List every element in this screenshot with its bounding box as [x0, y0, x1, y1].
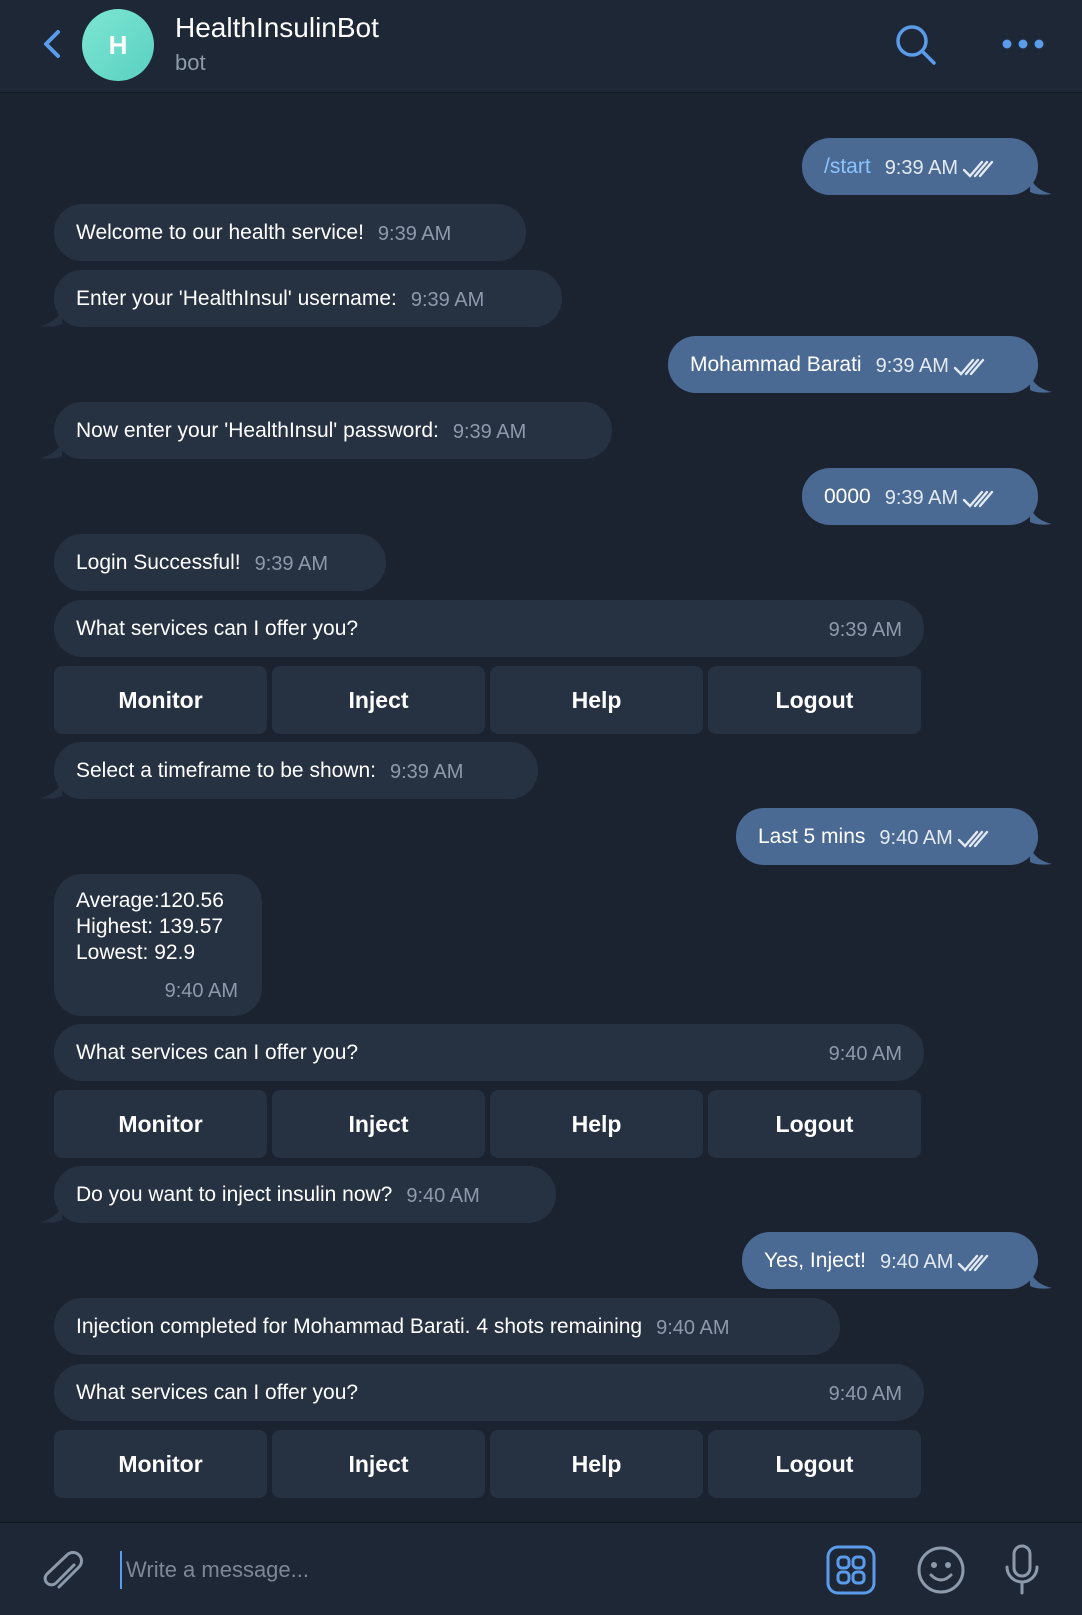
keyboard-button-help[interactable]: Help [490, 666, 703, 734]
keyboard-button-monitor[interactable]: Monitor [54, 1090, 267, 1158]
message-outgoing[interactable]: Mohammad Barati 9:39 AM [668, 336, 1038, 393]
message-time: 9:39 AM [254, 553, 328, 575]
message-incoming[interactable]: Enter your 'HealthInsul' username: 9:39 … [54, 270, 562, 327]
double-check-icon [962, 490, 994, 508]
keyboard-button-monitor[interactable]: Monitor [54, 666, 267, 734]
message-incoming[interactable]: Select a timeframe to be shown: 9:39 AM [54, 742, 538, 799]
message-text[interactable]: Mohammad Barati [690, 353, 862, 377]
double-check-icon [962, 160, 994, 178]
bubble-tail [40, 1204, 62, 1223]
keyboard-button-help[interactable]: Help [490, 1090, 703, 1158]
double-check-icon [957, 830, 988, 848]
message-time: 9:39 AM [884, 157, 959, 179]
attach-button[interactable] [40, 1547, 86, 1598]
message-time: 9:40 AM [406, 1185, 480, 1207]
message-time: 9:39 AM [884, 487, 959, 509]
bubble-tail [40, 440, 62, 459]
message-time: 9:39 AM [410, 289, 485, 311]
bubble-tail [1030, 374, 1052, 393]
message-incoming[interactable]: Welcome to our health service! 9:39 AM [54, 204, 526, 261]
keyboard-button-inject[interactable]: Inject [272, 666, 485, 734]
message-time: 9:40 AM [879, 827, 953, 849]
avatar-letter: H [108, 29, 128, 60]
message-text[interactable]: 0000 [824, 485, 871, 509]
message-time: 9:39 AM [389, 761, 464, 783]
bubble-tail [1030, 846, 1052, 865]
message-time: 9:40 AM [879, 1251, 954, 1273]
message-text[interactable]: Injection completed for Mohammad Barati.… [76, 1315, 642, 1339]
message-text[interactable]: /start [824, 155, 871, 179]
message-text[interactable]: What services can I offer you? [76, 617, 358, 641]
message-outgoing[interactable]: 0000 9:39 AM [802, 468, 1038, 525]
back-button[interactable] [36, 22, 72, 66]
message-input[interactable] [120, 1551, 778, 1589]
message-time: 9:40 AM [828, 1043, 902, 1065]
chat-title[interactable]: HealthInsulinBot [175, 12, 379, 44]
message-incoming[interactable]: What services can I offer you? 9:40 AM [54, 1024, 924, 1081]
microphone-icon [1005, 1544, 1039, 1595]
message-text[interactable]: Yes, Inject! [764, 1249, 866, 1273]
message-time: 9:39 AM [377, 223, 452, 245]
keyboard-button-help[interactable]: Help [490, 1430, 703, 1498]
message-incoming[interactable]: Injection completed for Mohammad Barati.… [54, 1298, 840, 1355]
bubble-tail [1030, 1270, 1052, 1289]
chat-header: H HealthInsulinBot bot [0, 0, 1082, 93]
search-button[interactable] [893, 22, 939, 73]
keyboard-button-logout[interactable]: Logout [708, 1090, 921, 1158]
message-text[interactable]: What services can I offer you? [76, 1041, 358, 1065]
message-outgoing[interactable]: Last 5 mins 9:40 AM [736, 808, 1038, 865]
message-time: 9:39 AM [828, 619, 902, 641]
message-composer [0, 1522, 1082, 1615]
message-incoming[interactable]: Average:120.56 Highest: 139.57 Lowest: 9… [54, 874, 262, 1016]
message-time: 9:39 AM [452, 421, 527, 443]
message-time: 9:40 AM [164, 980, 238, 1002]
message-time: 9:39 AM [875, 355, 949, 377]
more-icon [1002, 39, 1044, 49]
keyboard-button-inject[interactable]: Inject [272, 1090, 485, 1158]
message-text[interactable]: Last 5 mins [758, 825, 865, 849]
keyboard-button-logout[interactable]: Logout [708, 666, 921, 734]
voice-button[interactable] [1002, 1543, 1042, 1602]
keyboard-button-inject[interactable]: Inject [272, 1430, 485, 1498]
message-outgoing[interactable]: Yes, Inject! 9:40 AM [742, 1232, 1038, 1289]
message-line-average[interactable]: Average:120.56 [76, 888, 240, 914]
bubble-tail [40, 308, 62, 327]
message-incoming[interactable]: Now enter your 'HealthInsul' password: 9… [54, 402, 612, 459]
attach-icon [43, 1551, 83, 1589]
bubble-tail [1030, 176, 1052, 195]
message-text[interactable]: Do you want to inject insulin now? [76, 1183, 392, 1207]
message-text[interactable]: Now enter your 'HealthInsul' password: [76, 419, 439, 443]
double-check-icon [953, 358, 985, 376]
message-time: 9:40 AM [828, 1383, 902, 1405]
message-text[interactable]: What services can I offer you? [76, 1381, 358, 1405]
message-outgoing[interactable]: /start 9:39 AM [802, 138, 1038, 195]
keyboard-button-monitor[interactable]: Monitor [54, 1430, 267, 1498]
emoji-button[interactable] [916, 1545, 966, 1600]
avatar[interactable]: H [82, 9, 154, 81]
bot-commands-icon [826, 1545, 876, 1595]
keyboard-button-logout[interactable]: Logout [708, 1430, 921, 1498]
message-incoming[interactable]: Do you want to inject insulin now? 9:40 … [54, 1166, 556, 1223]
chat-subtitle: bot [175, 50, 206, 75]
message-incoming[interactable]: What services can I offer you? 9:40 AM [54, 1364, 924, 1421]
bot-commands-button[interactable] [826, 1545, 876, 1600]
message-incoming[interactable]: What services can I offer you? 9:39 AM [54, 600, 924, 657]
back-chevron-icon [44, 30, 60, 58]
message-line-lowest[interactable]: Lowest: 92.9 [76, 940, 240, 966]
search-icon [896, 25, 936, 65]
bubble-tail [40, 780, 62, 799]
more-button[interactable] [1000, 32, 1046, 61]
double-check-icon [958, 1254, 989, 1272]
message-text[interactable]: Login Successful! [76, 551, 241, 575]
message-time: 9:40 AM [656, 1317, 730, 1339]
message-incoming[interactable]: Login Successful! 9:39 AM [54, 534, 386, 591]
bubble-tail [1030, 506, 1052, 525]
emoji-icon [917, 1546, 965, 1594]
message-line-highest[interactable]: Highest: 139.57 [76, 914, 240, 940]
message-text[interactable]: Welcome to our health service! [76, 221, 364, 245]
message-text[interactable]: Select a timeframe to be shown: [76, 759, 376, 783]
message-text[interactable]: Enter your 'HealthInsul' username: [76, 287, 397, 311]
